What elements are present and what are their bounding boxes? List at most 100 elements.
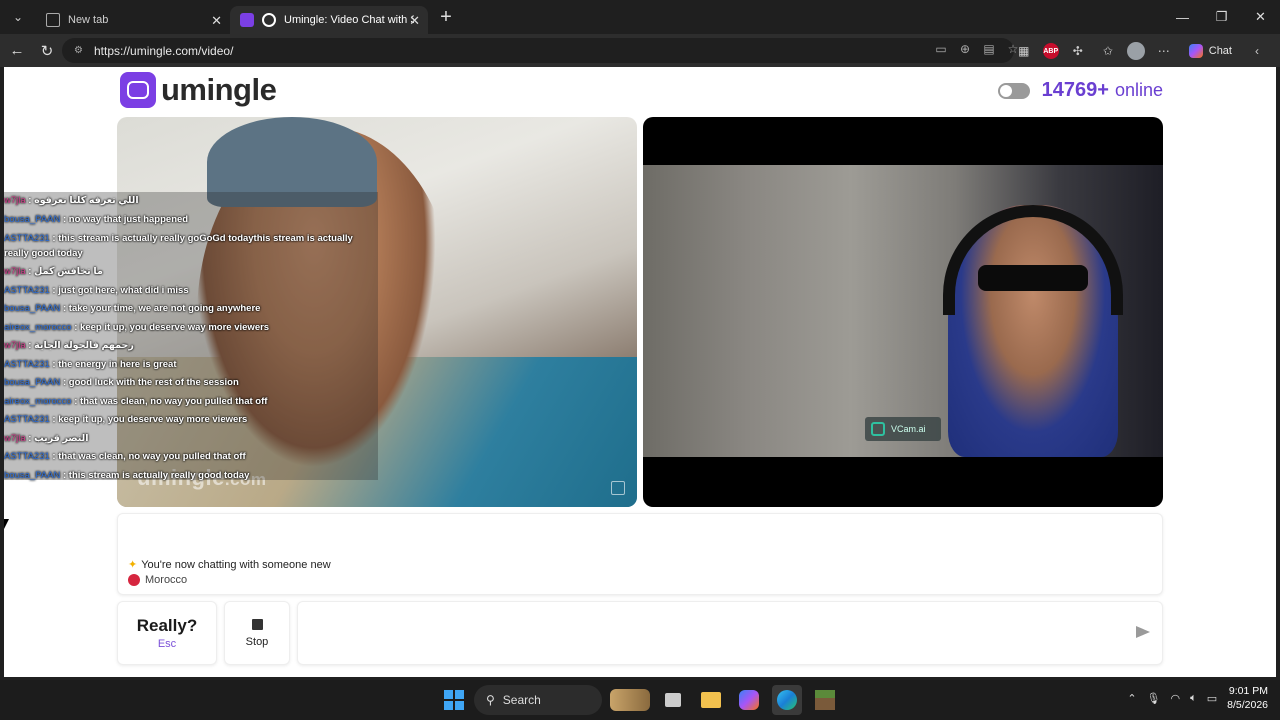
overlay-chat-text: keep it up, you deserve way more viewers (80, 321, 270, 333)
separator: : (49, 284, 59, 296)
adblock-plus-icon[interactable]: ABP (1042, 43, 1059, 59)
vcam-icon (871, 422, 885, 436)
sidebar-chevron-icon[interactable]: ‹ (1246, 40, 1268, 62)
file-explorer-icon[interactable] (696, 685, 726, 715)
widgets-icon[interactable] (610, 689, 650, 711)
umingle-logo[interactable]: umingle (120, 72, 277, 108)
reload-icon[interactable]: ↻ (34, 38, 60, 64)
camera-feed: VCam.ai (643, 165, 1163, 457)
address-bar[interactable]: ⚙ https://umingle.com/video/ (62, 38, 1014, 63)
clock[interactable]: 9:01 PM 8/5/2026 (1227, 684, 1268, 712)
skip-label: Really? (136, 616, 198, 635)
overlay-chat-username: ASTTA231 (4, 414, 50, 425)
video-scene (978, 265, 1088, 291)
stop-square-icon (251, 618, 263, 630)
tab-umingle[interactable]: Umingle: Video Chat with Stra ✕ (230, 6, 428, 34)
overlay-chat-text: اللي تعرفه كلنا نعرفوه (34, 195, 139, 206)
skip-hotkey: Esc (157, 638, 177, 650)
separator: : (49, 233, 59, 244)
overlay-chat-text: just got here, what did i miss (58, 284, 189, 296)
task-view-icon[interactable] (658, 685, 688, 715)
windows-taskbar: ⚲ Search ⌃ 🎙︎ ◠ 🔈︎ ▭ 9:01 PM 8/5/2026 (0, 680, 1280, 720)
separator: : (25, 266, 35, 277)
new-tab-plus-icon[interactable]: + (432, 3, 460, 31)
zoom-icon[interactable]: ⊕ (958, 42, 972, 56)
search-icon: ⚲ (486, 693, 495, 707)
system-message: ✦ You're now chatting with someone new (128, 558, 331, 572)
vcam-badge: VCam.ai (865, 417, 941, 441)
volume-icon[interactable]: 🔈︎ (1190, 692, 1197, 705)
copilot-icon (1188, 44, 1203, 58)
windows-start-icon[interactable] (442, 685, 466, 715)
url-text: https://umingle.com/video/ (94, 43, 234, 58)
overlay-chat-line: bousa_PAAN : good luck with the rest of … (4, 374, 378, 393)
maximize-icon[interactable]: ❐ (1202, 0, 1241, 34)
tray-chevron-icon[interactable]: ⌃ (1127, 692, 1136, 705)
overlay-chat-text: no way that just happened (68, 213, 189, 225)
tab-new-tab[interactable]: New tab ✕ (36, 6, 230, 34)
chat-log: ✦ You're now chatting with someone new Mo… (117, 513, 1163, 595)
close-tab-icon[interactable]: ✕ (211, 13, 222, 29)
skip-button[interactable]: Really? Esc (117, 601, 217, 665)
tab-label: Umingle: Video Chat with Stra (284, 14, 414, 26)
online-label: online (1114, 80, 1163, 100)
site-info-icon[interactable]: ⚙ (74, 45, 86, 57)
microphone-icon[interactable]: 🎙︎ (1147, 692, 1161, 705)
edge-browser-icon[interactable] (772, 685, 802, 715)
overlay-chat-username: bousa_PAAN (4, 213, 61, 225)
extensions-puzzle-icon[interactable]: ✣ (1067, 40, 1089, 62)
message-input[interactable] (297, 601, 1163, 665)
overlay-chat-line: ASTTA231 : that was clean, no way you pu… (4, 448, 378, 467)
theme-toggle[interactable] (997, 82, 1030, 99)
extensions-area: ▦ ABP ✣ ✩ ⋯ Chat ‹ (1013, 40, 1268, 62)
overlay-chat-username: bousa_PAAN (4, 303, 61, 314)
report-flag-icon[interactable] (611, 481, 625, 495)
overlay-chat-line: w7jla : ما تخافش كمل (4, 263, 378, 282)
window-controls: — ❐ ✕ (1163, 0, 1280, 34)
browser-toolbar: ← ↻ ⚙ https://umingle.com/video/ ▭ ⊕ ▤ ☆… (0, 34, 1280, 67)
copilot-app-icon[interactable] (734, 685, 764, 715)
copilot-chat-button[interactable]: Chat (1183, 40, 1238, 62)
overlay-chat-username: ASTTA231 (4, 284, 50, 296)
browser-tab-strip: ⌄ New tab ✕ Umingle: Video Chat with Str… (0, 0, 1280, 34)
system-tray: ⌃ 🎙︎ ◠ 🔈︎ ▭ 9:01 PM 8/5/2026 (1127, 684, 1268, 712)
taskbar-search[interactable]: ⚲ Search (474, 685, 602, 715)
online-count: 14769+ (1041, 79, 1109, 101)
separator: : (60, 469, 69, 481)
overlay-chat-text: this stream is actually really good toda… (68, 469, 250, 481)
umingle-favicon-icon (240, 13, 254, 27)
more-menu-icon[interactable]: ⋯ (1153, 40, 1175, 62)
back-arrow-icon[interactable]: ← (4, 38, 30, 64)
logo-text: umingle (161, 72, 277, 107)
stream-chat-overlay: w7jla : اللي تعرفه كلنا نعرفوه bousa_PAAN… (4, 192, 378, 481)
close-window-icon[interactable]: ✕ (1241, 0, 1280, 34)
camera-in-use-icon[interactable]: ▭ (934, 42, 948, 56)
overlay-chat-line: w7jla : النصر قريب (4, 430, 378, 449)
overlay-chat-line: ASTTA231 : this stream is actually reall… (4, 229, 378, 263)
stop-button[interactable]: Stop (224, 601, 290, 665)
send-icon[interactable] (1136, 626, 1150, 638)
extension-grid-icon[interactable]: ▦ (1013, 40, 1035, 62)
overlay-chat-line: w7jla : رحمهم فالجولة الجاية (4, 337, 378, 356)
overlay-chat-text: take your time, we are not going anywher… (68, 303, 261, 314)
favorites-icon[interactable]: ✩ (1097, 40, 1119, 62)
profile-avatar-icon[interactable] (1126, 42, 1145, 60)
overlay-chat-line: aireox_morocco : keep it up, you deserve… (4, 319, 378, 338)
battery-icon[interactable]: ▭ (1207, 692, 1217, 705)
overlay-chat-username: w7jla (4, 340, 26, 351)
reading-view-icon[interactable]: ▤ (982, 42, 996, 56)
taskbar-apps: ⚲ Search (442, 685, 840, 715)
wifi-icon[interactable]: ◠ (1171, 692, 1181, 705)
minecraft-icon[interactable] (810, 685, 840, 715)
close-tab-icon[interactable]: ✕ (409, 13, 420, 29)
tab-actions-menu-icon[interactable]: ⌄ (4, 4, 32, 30)
overlay-chat-username: ASTTA231 (4, 451, 50, 462)
video-scene (943, 205, 1123, 315)
separator: : (49, 414, 59, 425)
online-counter: 14769+ online (997, 79, 1163, 102)
chat-bubble-logo-icon (120, 72, 156, 108)
overlay-chat-text: ما تخافش كمل (34, 266, 103, 277)
minimize-icon[interactable]: — (1163, 0, 1202, 34)
separator: : (60, 377, 69, 388)
separator: : (25, 195, 35, 206)
